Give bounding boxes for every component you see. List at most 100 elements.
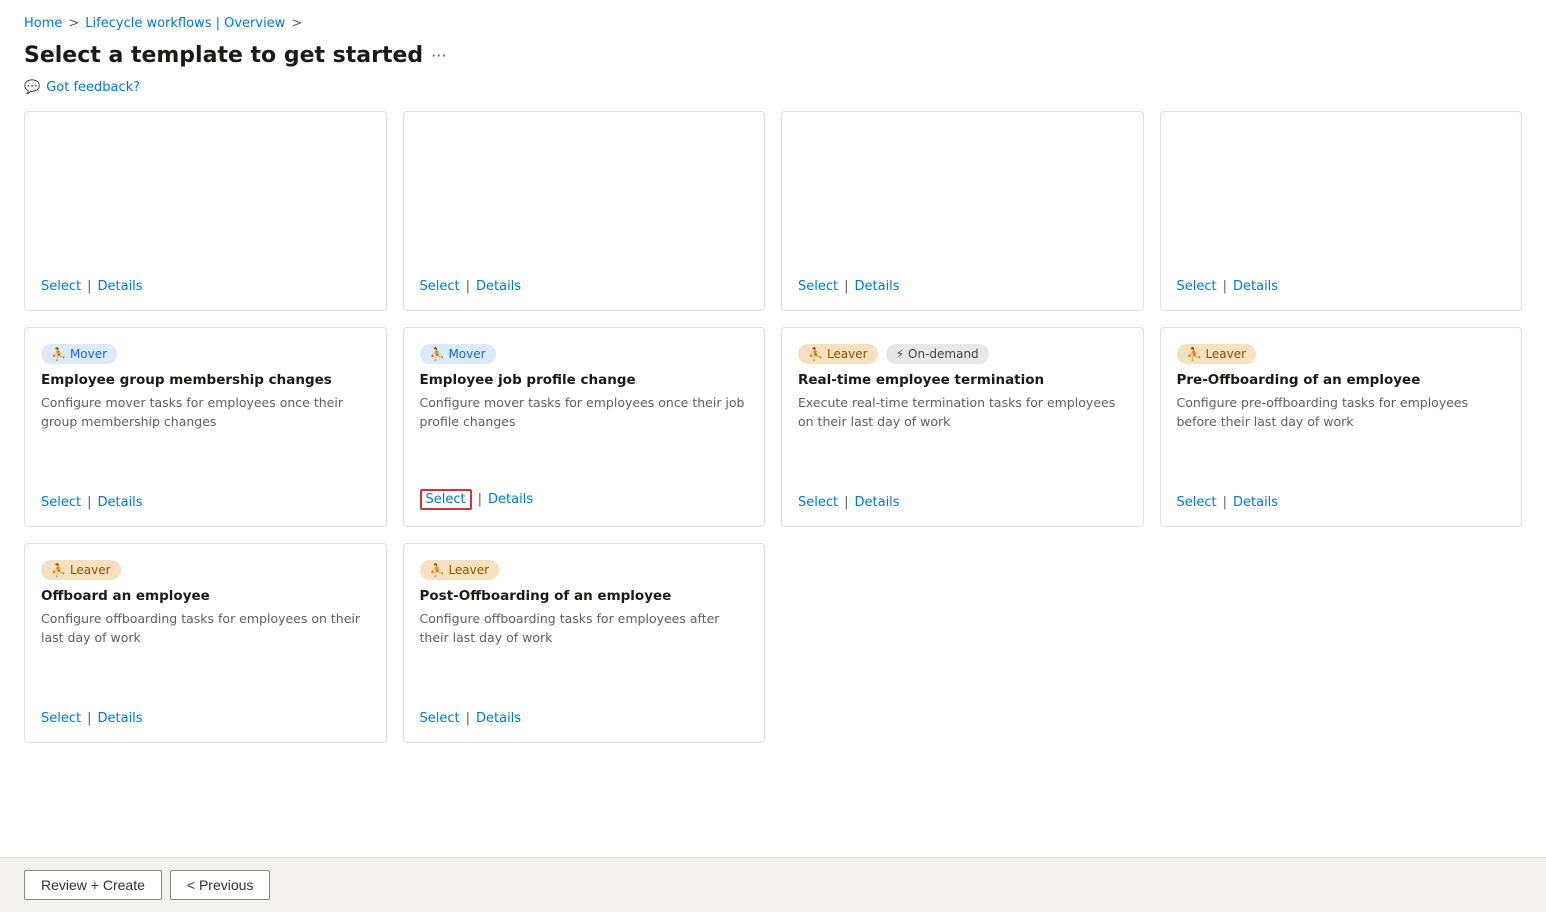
feedback-label: Got feedback?	[46, 80, 140, 95]
leaver-badge-icon: ⛹	[430, 563, 445, 577]
details-link[interactable]: Details	[98, 279, 143, 294]
select-link[interactable]: Select	[420, 711, 460, 726]
feedback-icon: 💬	[24, 80, 40, 95]
card-footer: Select | Details	[420, 489, 749, 510]
card-desc	[420, 202, 749, 263]
cards-grid-row1: Select | Details Select | Details	[24, 111, 1522, 311]
select-link[interactable]: Select	[41, 495, 81, 510]
template-card-realtime-termination: ⛹ Leaver ⚡ On-demand Real-time employee …	[781, 327, 1144, 527]
page-wrapper: Home > Lifecycle workflows | Overview > …	[0, 0, 1546, 912]
cards-grid-row2: ⛹ Mover Employee group membership change…	[24, 327, 1522, 527]
template-card-pre-offboarding: ⛹ Leaver Pre-Offboarding of an employee …	[1160, 327, 1523, 527]
card-desc: Configure offboarding tasks for employee…	[41, 610, 370, 695]
card-icon-area	[420, 128, 749, 188]
mover-badge-icon: ⛹	[430, 347, 445, 361]
card-title: Employee group membership changes	[41, 372, 370, 388]
card-footer: Select | Details	[41, 279, 370, 294]
badges-row: ⛹ Leaver ⚡ On-demand	[798, 344, 1127, 364]
review-create-button[interactable]: Review + Create	[24, 870, 162, 900]
cards-grid-row3: ⛹ Leaver Offboard an employee Configure …	[24, 543, 1522, 743]
leaver-badge-icon: ⛹	[51, 563, 66, 577]
footer-sep: |	[1223, 495, 1227, 510]
details-link[interactable]: Details	[476, 279, 521, 294]
details-link[interactable]: Details	[1233, 495, 1278, 510]
card-footer: Select | Details	[420, 279, 749, 294]
breadcrumb-sep2: >	[291, 16, 302, 31]
page-title: Select a template to get started	[24, 43, 423, 68]
details-link[interactable]: Details	[1233, 279, 1278, 294]
leaver-badge-label: Leaver	[827, 347, 868, 361]
badge-leaver: ⛹ Leaver	[798, 344, 878, 364]
select-link[interactable]: Select	[798, 495, 838, 510]
badge-leaver: ⛹ Leaver	[41, 560, 121, 580]
card-desc: Configure mover tasks for employees once…	[41, 394, 370, 479]
card-desc: Execute real-time termination tasks for …	[798, 394, 1127, 479]
card-footer: Select | Details	[420, 711, 749, 726]
bottom-bar: Review + Create < Previous	[0, 857, 1546, 912]
badge-leaver: ⛹ Leaver	[1177, 344, 1257, 364]
card-footer: Select | Details	[798, 279, 1127, 294]
select-link[interactable]: Select	[41, 711, 81, 726]
template-card-1-4: Select | Details	[1160, 111, 1523, 311]
footer-sep: |	[1223, 279, 1227, 294]
card-desc: Configure offboarding tasks for employee…	[420, 610, 749, 695]
details-link[interactable]: Details	[855, 279, 900, 294]
badges-row: ⛹ Mover	[420, 344, 749, 364]
badge-mover: ⛹ Mover	[41, 344, 117, 364]
badge-ondemand: ⚡ On-demand	[886, 344, 989, 364]
breadcrumb-sep1: >	[68, 16, 79, 31]
badges-row: ⛹ Leaver	[1177, 344, 1506, 364]
card-icon-area	[798, 128, 1127, 188]
template-card-job-profile: ⛹ Mover Employee job profile change Conf…	[403, 327, 766, 527]
card-title: Real-time employee termination	[798, 372, 1127, 388]
select-link[interactable]: Select	[1177, 279, 1217, 294]
page-title-row: Select a template to get started ···	[24, 43, 1522, 68]
main-content: Home > Lifecycle workflows | Overview > …	[0, 0, 1546, 857]
mover-badge-label: Mover	[448, 347, 485, 361]
feedback-row[interactable]: 💬 Got feedback?	[24, 80, 1522, 95]
card-icon-area	[1177, 128, 1506, 188]
leaver-badge-label: Leaver	[1205, 347, 1246, 361]
details-link[interactable]: Details	[488, 492, 533, 507]
card-desc	[1177, 202, 1506, 263]
template-card-offboard: ⛹ Leaver Offboard an employee Configure …	[24, 543, 387, 743]
card-title: Employee job profile change	[420, 372, 749, 388]
card-title: Pre-Offboarding of an employee	[1177, 372, 1506, 388]
template-card-1-1: Select | Details	[24, 111, 387, 311]
card-title: Offboard an employee	[41, 588, 370, 604]
select-link[interactable]: Select	[420, 279, 460, 294]
footer-sep: |	[478, 492, 482, 507]
select-link[interactable]: Select	[798, 279, 838, 294]
footer-sep: |	[87, 279, 91, 294]
leaver-badge-icon: ⛹	[1187, 347, 1202, 361]
badges-row: ⛹ Leaver	[420, 560, 749, 580]
previous-button[interactable]: < Previous	[170, 870, 271, 900]
card-footer: Select | Details	[41, 495, 370, 510]
details-link[interactable]: Details	[855, 495, 900, 510]
breadcrumb-home[interactable]: Home	[24, 16, 62, 31]
select-link-highlighted[interactable]: Select	[420, 489, 472, 510]
card-desc	[798, 202, 1127, 263]
template-card-1-2: Select | Details	[403, 111, 766, 311]
card-footer: Select | Details	[798, 495, 1127, 510]
more-options-icon[interactable]: ···	[431, 46, 446, 65]
select-link[interactable]: Select	[1177, 495, 1217, 510]
footer-sep: |	[466, 279, 470, 294]
select-link[interactable]: Select	[41, 279, 81, 294]
card-icon-area	[41, 128, 370, 188]
details-link[interactable]: Details	[476, 711, 521, 726]
card-footer: Select | Details	[1177, 495, 1506, 510]
card-desc: Configure pre-offboarding tasks for empl…	[1177, 394, 1506, 479]
breadcrumb-lifecycle[interactable]: Lifecycle workflows | Overview	[85, 16, 285, 31]
ondemand-badge-icon: ⚡	[896, 347, 904, 361]
footer-sep: |	[87, 495, 91, 510]
footer-sep: |	[87, 711, 91, 726]
leaver-badge-icon: ⛹	[808, 347, 823, 361]
details-link[interactable]: Details	[98, 495, 143, 510]
card-desc: Configure mover tasks for employees once…	[420, 394, 749, 473]
details-link[interactable]: Details	[98, 711, 143, 726]
card-title: Post-Offboarding of an employee	[420, 588, 749, 604]
template-card-post-offboarding: ⛹ Leaver Post-Offboarding of an employee…	[403, 543, 766, 743]
card-footer: Select | Details	[1177, 279, 1506, 294]
footer-sep: |	[844, 495, 848, 510]
